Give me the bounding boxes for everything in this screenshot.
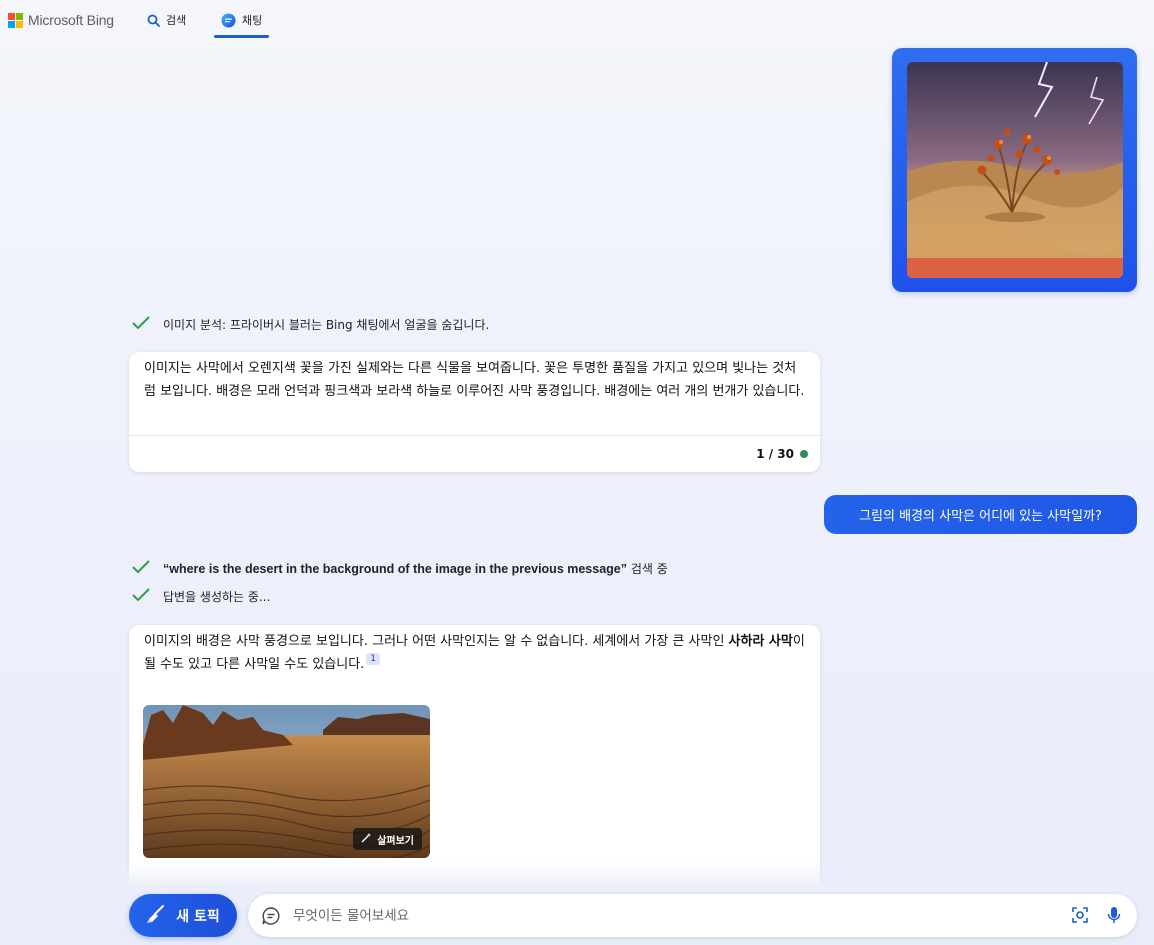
bot-response-card-1: 이미지는 사막에서 오렌지색 꽃을 가진 실제와는 다른 식물을 보여줍니다. …	[129, 352, 820, 472]
scroll-fade	[0, 860, 1154, 890]
status-generating-text: 답변을 생성하는 중...	[163, 590, 271, 604]
search-icon	[147, 14, 160, 27]
bot-response-card-2: 이미지의 배경은 사막 풍경으로 보입니다. 그러나 어떤 사막인지는 알 수 …	[129, 625, 820, 885]
check-icon	[131, 559, 151, 578]
tab-search-label: 검색	[166, 14, 187, 27]
status-dot-icon	[800, 450, 808, 458]
broom-icon	[146, 904, 166, 928]
search-query[interactable]: “where is the desert in the background o…	[163, 562, 627, 576]
chat-icon	[261, 906, 281, 926]
check-icon	[131, 587, 151, 606]
user-message-text: 그림의 배경의 사막은 어디에 있는 사막일까?	[859, 509, 1102, 524]
status-searching: “where is the desert in the background o…	[131, 559, 668, 578]
chat-input-box[interactable]	[248, 894, 1137, 937]
explore-label: 살펴보기	[377, 835, 414, 847]
search-status-suffix: 검색 중	[630, 562, 668, 576]
turn-counter: 1 / 30	[756, 447, 794, 461]
tab-chat[interactable]: 채팅	[221, 10, 262, 30]
chat-bubble-icon	[221, 13, 236, 28]
status-image-analysis-text: 이미지 분석: 프라이버시 블러는 Bing 채팅에서 얼굴을 숨깁니다.	[163, 318, 490, 332]
magic-wand-icon	[361, 832, 372, 846]
tab-search[interactable]: 검색	[147, 10, 186, 30]
explore-button[interactable]: 살펴보기	[353, 828, 422, 850]
citation-badge[interactable]: 1	[366, 653, 381, 665]
brand-name: Microsoft Bing	[28, 12, 114, 28]
check-icon	[131, 315, 151, 334]
top-header: Microsoft Bing 검색 채팅	[0, 0, 1154, 40]
microsoft-logo-icon	[8, 13, 23, 28]
status-generating: 답변을 생성하는 중...	[131, 587, 270, 606]
bing-logo[interactable]: Microsoft Bing	[8, 12, 114, 28]
user-uploaded-image-bubble	[892, 48, 1137, 292]
new-topic-button[interactable]: 새 토픽	[129, 894, 237, 937]
microphone-icon[interactable]	[1106, 905, 1122, 929]
tab-chat-label: 채팅	[242, 14, 263, 27]
bot-response-text-1: 이미지는 사막에서 오렌지색 꽃을 가진 실제와는 다른 식물을 보여줍니다. …	[144, 361, 805, 399]
new-topic-label: 새 토픽	[176, 908, 220, 925]
bot-response-text-2: 이미지의 배경은 사막 풍경으로 보입니다. 그러나 어떤 사막인지는 알 수 …	[144, 634, 805, 672]
user-message-bubble: 그림의 배경의 사막은 어디에 있는 사막일까?	[824, 495, 1137, 534]
highlight-sahara: 사하라 사막	[728, 634, 793, 649]
visual-search-icon[interactable]	[1071, 906, 1089, 928]
desert-image[interactable]: 살펴보기	[143, 705, 430, 858]
response-footer: 1 / 30	[129, 435, 820, 472]
status-image-analysis: 이미지 분석: 프라이버시 블러는 Bing 채팅에서 얼굴을 숨깁니다.	[131, 315, 489, 334]
chat-input-field[interactable]	[291, 906, 1055, 925]
active-tab-indicator	[214, 35, 269, 38]
uploaded-image[interactable]	[907, 62, 1123, 278]
